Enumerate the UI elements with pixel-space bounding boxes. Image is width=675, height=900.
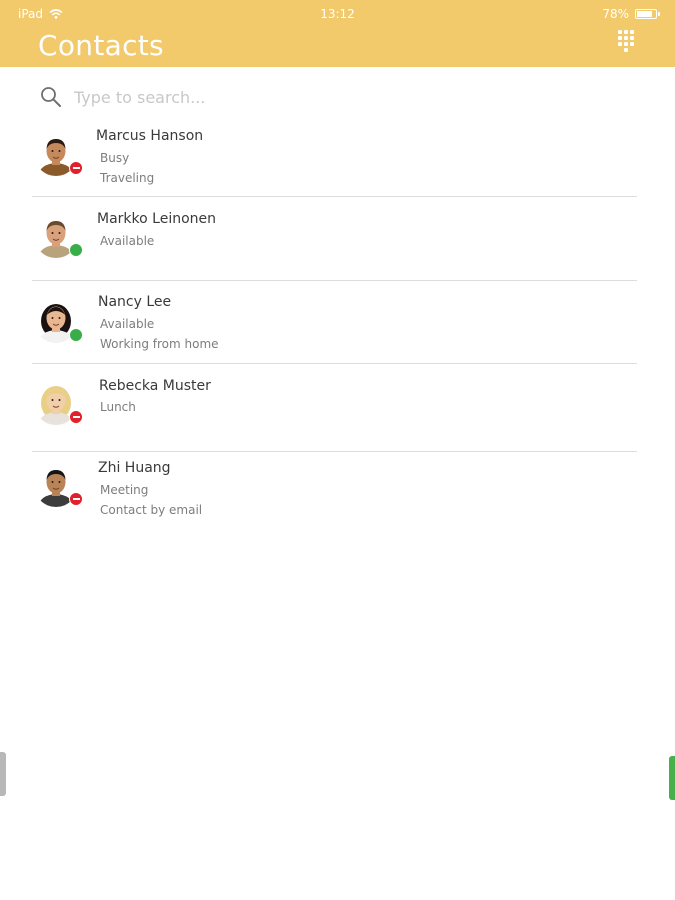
contact-row[interactable]: Nancy Lee Available Working from home bbox=[32, 292, 637, 364]
contact-row[interactable]: Zhi Huang Meeting Contact by email bbox=[32, 459, 637, 529]
battery-icon bbox=[635, 9, 660, 19]
app-header: iPad 13:12 78% Contacts bbox=[0, 0, 675, 67]
search-input[interactable] bbox=[74, 87, 374, 107]
contact-note: Traveling bbox=[100, 171, 155, 185]
status-right: 78% bbox=[602, 7, 660, 21]
contact-name: Marcus Hanson bbox=[96, 128, 204, 144]
presence-busy-icon bbox=[69, 410, 83, 424]
row-divider bbox=[32, 451, 637, 452]
presence-busy-icon bbox=[69, 492, 83, 506]
search-icon[interactable] bbox=[40, 86, 62, 108]
contact-name: Markko Leinonen bbox=[97, 211, 216, 227]
contact-row[interactable]: Rebecka Muster Lunch bbox=[32, 376, 637, 452]
contact-status: Available bbox=[100, 234, 155, 248]
contact-name: Zhi Huang bbox=[98, 460, 171, 476]
presence-busy-icon bbox=[69, 161, 83, 175]
contact-name: Nancy Lee bbox=[98, 294, 172, 310]
right-drawer-handle[interactable] bbox=[669, 756, 675, 800]
contact-note: Contact by email bbox=[100, 503, 203, 517]
search-bar bbox=[40, 84, 374, 110]
dialpad-icon[interactable] bbox=[618, 30, 634, 52]
row-divider bbox=[32, 363, 637, 364]
status-time: 13:12 bbox=[320, 7, 355, 21]
left-drawer-handle[interactable] bbox=[0, 752, 6, 796]
presence-available-icon bbox=[69, 328, 83, 342]
contact-status: Busy bbox=[100, 151, 130, 165]
contact-row[interactable]: Marcus Hanson Busy Traveling bbox=[32, 126, 637, 197]
battery-fill bbox=[637, 11, 652, 17]
presence-available-icon bbox=[69, 243, 83, 257]
status-bar: iPad 13:12 78% bbox=[0, 0, 675, 26]
battery-percent: 78% bbox=[602, 7, 629, 21]
contact-name: Rebecka Muster bbox=[99, 378, 211, 394]
row-divider bbox=[32, 196, 637, 197]
row-divider bbox=[32, 280, 637, 281]
contact-row[interactable]: Markko Leinonen Available bbox=[32, 210, 637, 281]
page-title: Contacts bbox=[38, 29, 164, 62]
contact-status: Lunch bbox=[100, 400, 136, 414]
contact-status: Available bbox=[100, 317, 155, 331]
contact-status: Meeting bbox=[100, 483, 149, 497]
contact-note: Working from home bbox=[100, 337, 219, 351]
